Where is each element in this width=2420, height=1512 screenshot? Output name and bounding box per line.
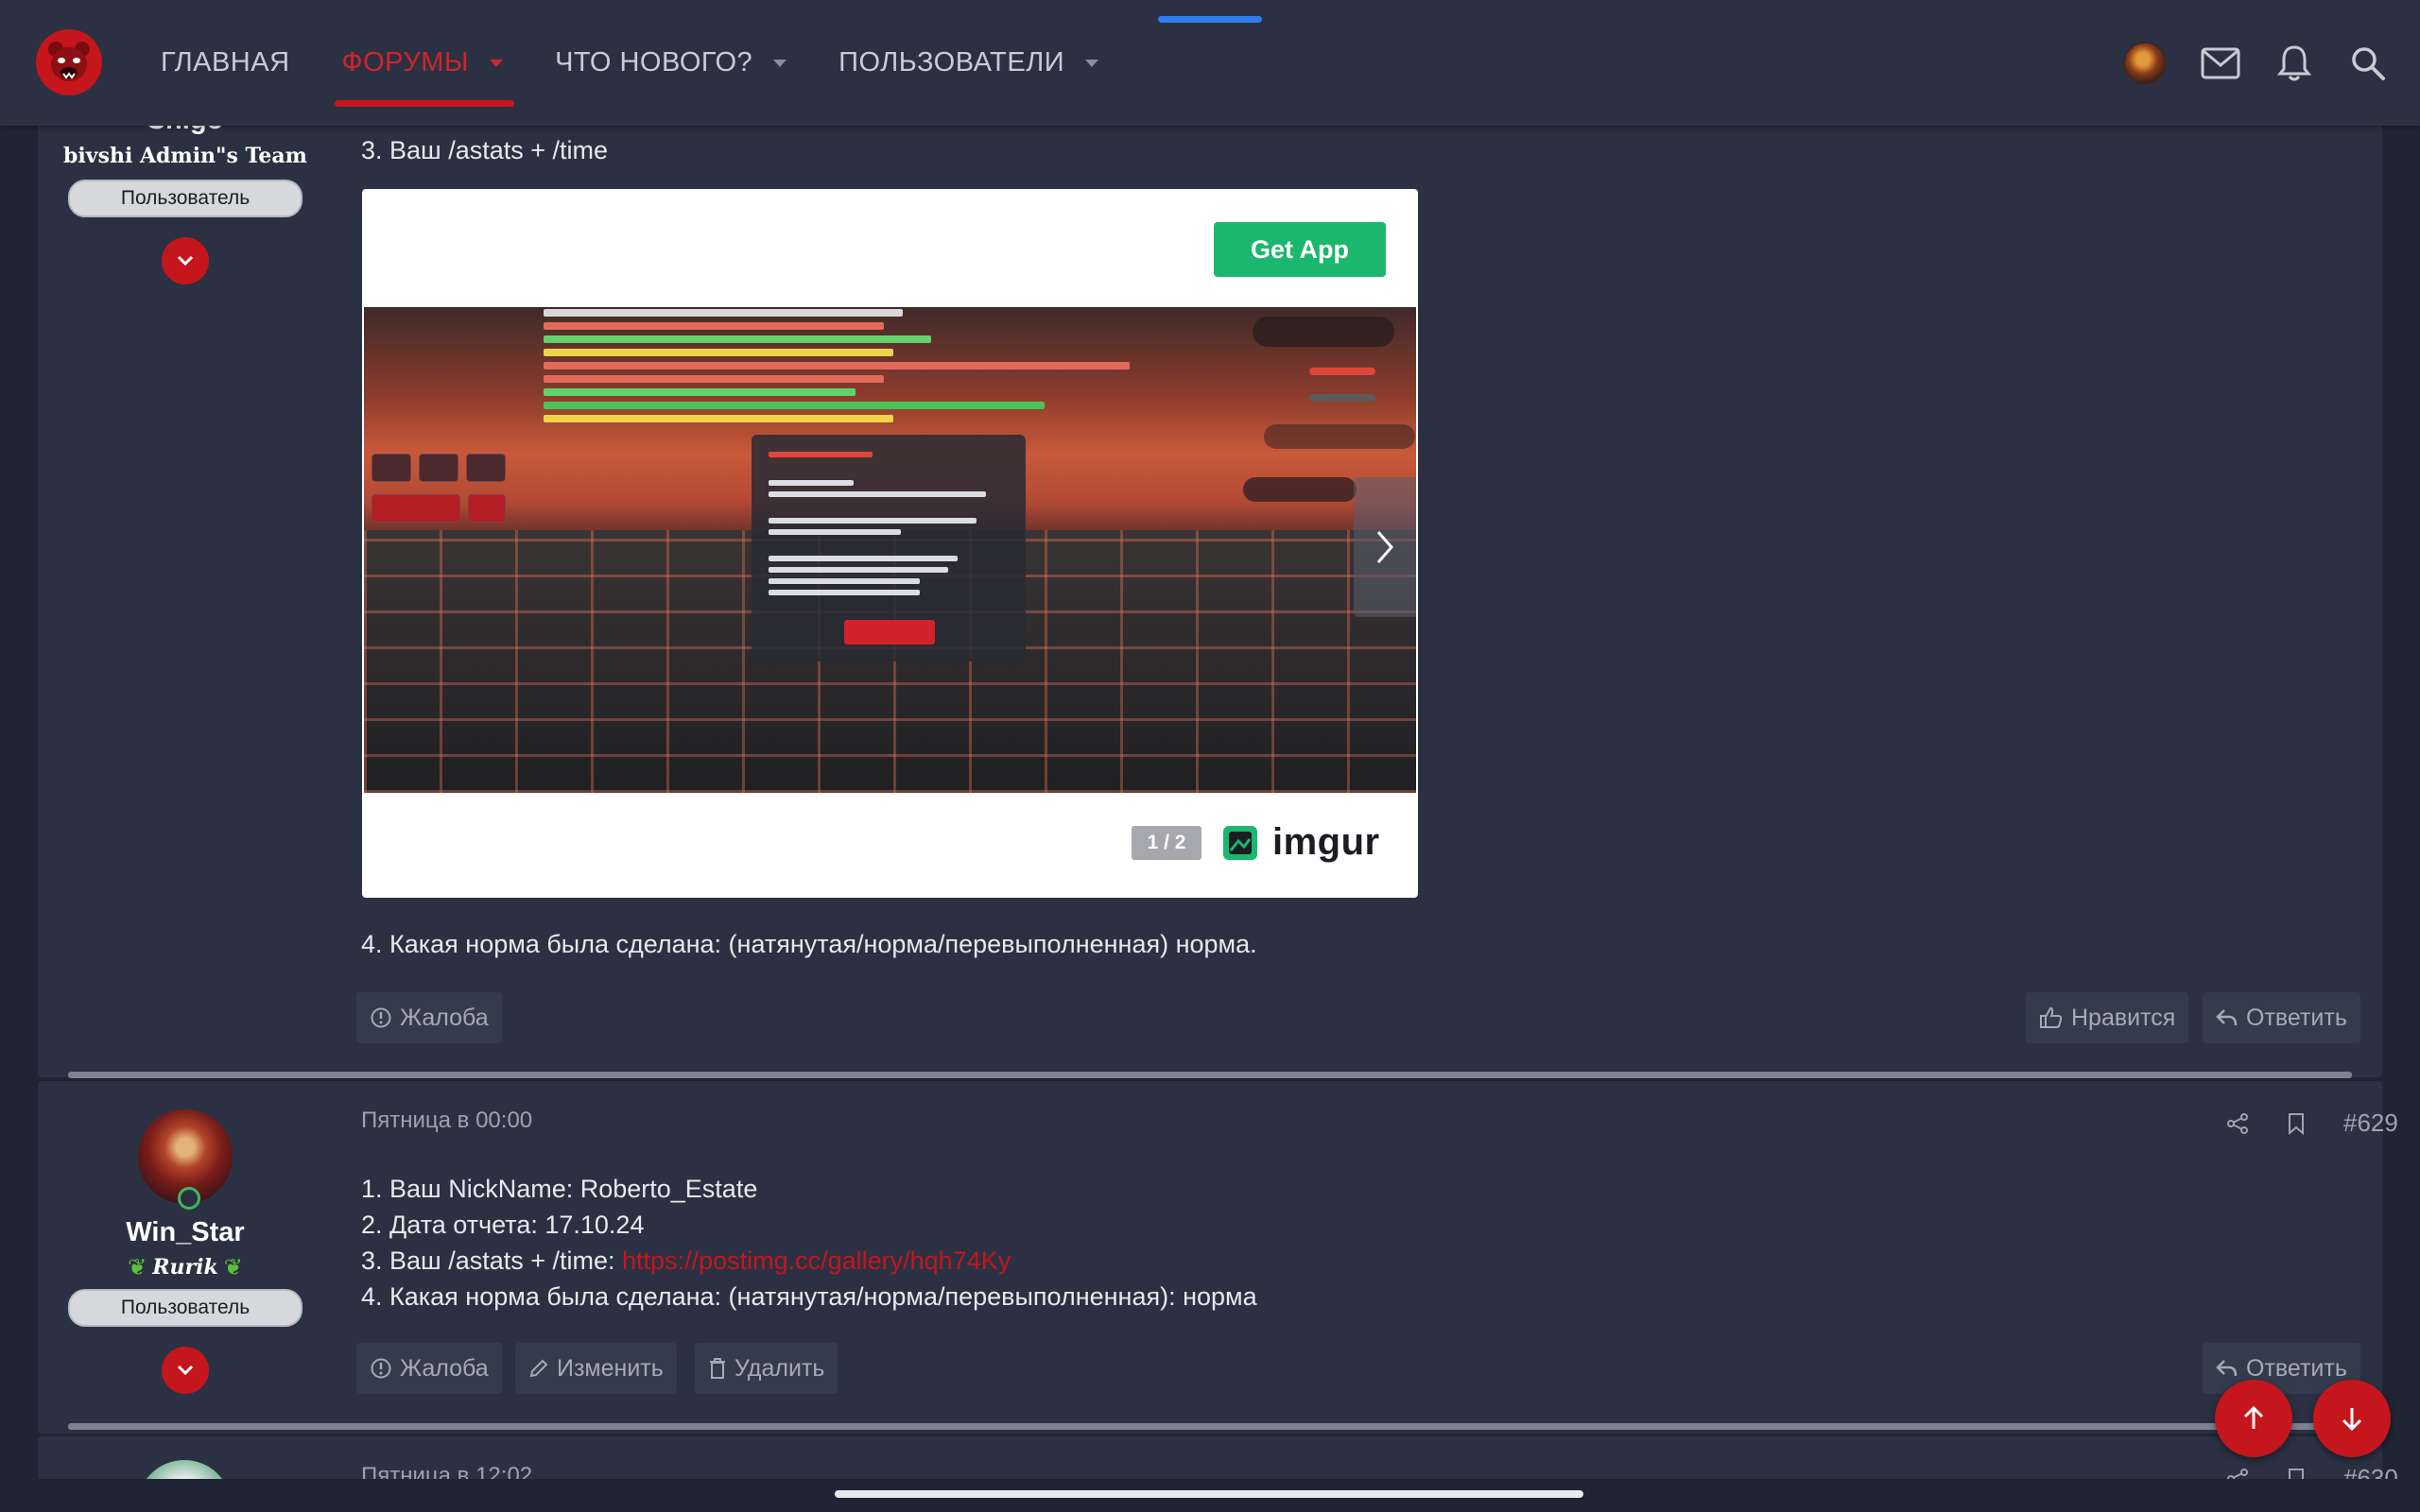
chevron-right-icon [1376,531,1393,563]
post-number[interactable]: #629 [2343,1108,2398,1138]
reply-button[interactable]: Ответить [2203,992,2360,1043]
nav-whats-new-label: ЧТО НОВОГО? [555,47,753,77]
imgur-logo[interactable]: imgur [1221,821,1380,864]
top-navigation: ГЛАВНАЯ ФОРУМЫ ЧТО НОВОГО? ПОЛЬЗОВАТЕЛИ [0,0,2420,126]
game-hud [1253,317,1394,347]
user-role-badge: Пользователь [68,180,302,217]
delete-label: Удалить [735,1354,825,1382]
game-hud [1309,394,1375,402]
get-app-button[interactable]: Get App [1214,222,1386,277]
like-label: Нравится [2071,1004,2176,1031]
chevron-down-icon[interactable] [490,59,504,67]
forum-post: Shigo bivshi Admin"s Team Пользователь 3… [38,105,2382,1077]
post-line: 3. Ваш /astats + /time: https://postimg.… [361,1243,1257,1279]
game-hud [1309,368,1375,375]
game-hud [1243,477,1357,502]
author-title: Rurik [152,1255,218,1280]
arrow-down-icon [2342,1408,2362,1432]
nav-members-label: ПОЛЬЗОВАТЕЛИ [838,47,1065,77]
scroll-to-bottom-button[interactable] [2313,1380,2391,1457]
image-counter: 1 / 2 [1132,826,1201,860]
game-hud [1264,424,1415,449]
game-button [372,454,411,482]
post-date[interactable]: Пятница в 00:00 [361,1108,532,1134]
author-username[interactable]: Win_Star [38,1217,333,1248]
author-title: bivshi Admin"s Team [63,144,307,168]
forum-post: Win_Star ❦ Rurik ❦ Пользователь Пятница … [38,1081,2398,1434]
nav-home[interactable]: ГЛАВНАЯ [161,0,290,126]
online-status-icon [178,1187,200,1210]
post-divider [68,1423,2352,1430]
bookmark-icon[interactable] [2287,1112,2306,1135]
game-button [466,454,506,482]
account-avatar[interactable] [2123,41,2167,85]
reply-label: Ответить [2246,1354,2347,1382]
carousel-next-button[interactable] [1354,477,1416,617]
post-divider [68,1072,2352,1078]
post-line-text: 3. Ваш /astats + /time: [361,1246,623,1275]
report-button[interactable]: Жалоба [356,1343,502,1394]
embedded-game-screenshot[interactable] [364,307,1416,793]
imgur-brand-icon [1223,825,1257,860]
embed-footer: 1 / 2 imgur [362,793,1418,898]
post-line: 1. Ваш NickName: Roberto_Estate [361,1175,758,1203]
trash-icon [710,1358,725,1379]
nav-home-label: ГЛАВНАЯ [161,47,290,77]
search-icon[interactable] [2346,42,2390,85]
imgur-embed[interactable]: Get App 1 / 2 imgur [362,189,1418,898]
game-dialog [752,435,1026,662]
leaf-icon: ❦ [223,1254,243,1280]
post-line: 4. Какая норма была сделана: (натянутая/… [361,930,1257,958]
reply-icon [2216,1360,2238,1377]
post-line: 3. Ваш /astats + /time [361,136,609,164]
thumbs-up-icon [2040,1006,2063,1028]
reply-label: Ответить [2246,1004,2347,1031]
game-button [468,494,506,523]
scroll-to-top-button[interactable] [2215,1380,2292,1457]
post-meta: #629 [2188,1108,2398,1138]
edit-button[interactable]: Изменить [515,1343,677,1394]
alert-circle-icon [371,1358,391,1379]
game-button [372,494,460,523]
bell-icon[interactable] [2273,42,2316,85]
post-line: 4. Какая норма была сделана: (натянутая/… [361,1282,1257,1311]
game-button [419,454,458,482]
reply-icon [2216,1009,2238,1026]
chevron-down-icon[interactable] [1085,59,1099,67]
nav-forums[interactable]: ФОРУМЫ [334,0,514,126]
pencil-icon [529,1359,548,1378]
author-avatar[interactable] [138,1109,233,1210]
delete-button[interactable]: Удалить [695,1343,838,1394]
report-button[interactable]: Жалоба [356,992,502,1043]
chevron-down-icon [177,1365,194,1376]
nav-forums-label: ФОРУМЫ [341,47,470,77]
post-body: 1. Ваш NickName: Roberto_Estate 2. Дата … [361,1171,1257,1314]
site-logo[interactable] [36,29,102,95]
chevron-down-icon [177,255,194,266]
edit-label: Изменить [557,1354,664,1382]
share-icon[interactable] [2226,1112,2249,1135]
game-chat [544,309,1130,428]
mail-icon[interactable] [2199,42,2242,85]
alert-circle-icon [371,1007,391,1028]
loading-progress-bar [1158,16,1262,23]
arrow-up-icon [2243,1405,2264,1429]
nav-members[interactable]: ПОЛЬЗОВАТЕЛИ [838,0,1099,126]
expand-user-info-button[interactable] [162,237,209,284]
user-role-badge: Пользователь [68,1289,302,1327]
nav-whats-new[interactable]: ЧТО НОВОГО? [555,0,787,126]
expand-user-info-button[interactable] [162,1347,209,1394]
home-indicator[interactable] [835,1490,1583,1498]
page: ГЛАВНАЯ ФОРУМЫ ЧТО НОВОГО? ПОЛЬЗОВАТЕЛИ [0,0,2420,1512]
leaf-icon: ❦ [128,1254,147,1280]
like-button[interactable]: Нравится [2026,992,2189,1043]
chevron-down-icon[interactable] [773,59,787,67]
imgur-wordmark: imgur [1272,821,1380,863]
gallery-link[interactable]: https://postimg.cc/gallery/hqh74Ky [622,1246,1011,1275]
post-line: 2. Дата отчета: 17.10.24 [361,1211,645,1239]
bear-logo-icon [48,42,90,81]
report-label: Жалоба [400,1354,489,1382]
report-label: Жалоба [400,1004,489,1031]
